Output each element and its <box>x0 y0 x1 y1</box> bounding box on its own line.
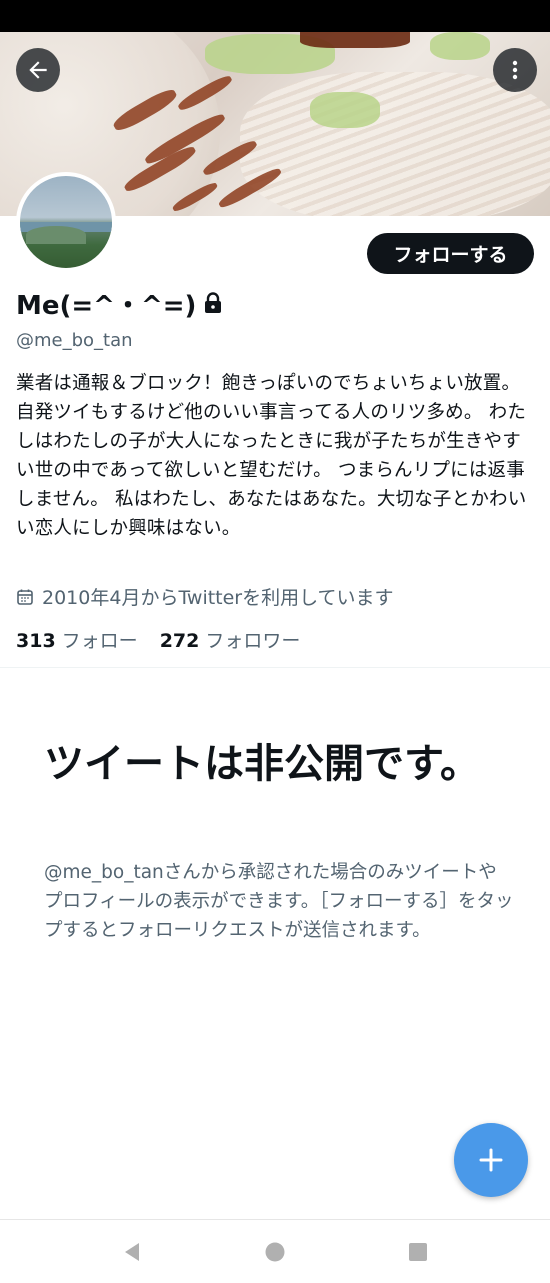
user-handle: @me_bo_tan <box>16 330 133 351</box>
follow-stats: 313 フォロー 272 フォロワー <box>16 626 300 653</box>
back-button[interactable] <box>16 48 60 92</box>
private-account-title: ツイートは非公開です。 <box>44 741 480 787</box>
plus-icon <box>479 1148 503 1172</box>
lock-icon <box>205 292 221 313</box>
following-stat[interactable]: 313 フォロー <box>16 626 138 653</box>
nav-back-button[interactable] <box>112 1232 152 1272</box>
banner-greens <box>430 32 490 60</box>
display-name: Me(=^・^=) <box>16 291 197 321</box>
square-recents-icon <box>409 1242 428 1261</box>
follow-button[interactable]: フォローする <box>367 233 534 274</box>
calendar-icon <box>17 589 33 605</box>
nav-home-button[interactable] <box>255 1232 295 1272</box>
more-vertical-icon <box>512 60 518 80</box>
following-count: 313 <box>16 630 56 652</box>
followers-count: 272 <box>159 630 200 652</box>
banner-greens <box>310 92 380 128</box>
system-navigation-bar <box>0 1219 550 1283</box>
triangle-back-icon <box>124 1242 139 1261</box>
nav-recents-button[interactable] <box>398 1232 438 1272</box>
compose-tweet-button[interactable] <box>454 1123 528 1197</box>
joined-date-row: 2010年4月からTwitterを利用しています <box>16 583 394 610</box>
private-account-description: @me_bo_tanさんから承認された場合のみツイートやプロフィールの表示ができ… <box>44 862 514 941</box>
more-options-button[interactable] <box>493 48 537 92</box>
followers-label: フォロワー <box>205 630 301 652</box>
divider <box>0 667 550 668</box>
arrow-left-icon <box>29 61 47 79</box>
avatar[interactable] <box>16 172 116 272</box>
banner-meat <box>300 32 410 48</box>
followers-stat[interactable]: 272 フォロワー <box>160 626 301 653</box>
status-bar <box>0 0 550 32</box>
following-label: フォロー <box>61 630 138 652</box>
profile-bio: 業者は通報＆ブロック！飽きっぽいのでちょいちょい放置。自発ツイもするけど他のいい… <box>16 373 527 539</box>
avatar-cliff <box>26 226 86 244</box>
joined-date: 2010年4月からTwitterを利用しています <box>42 587 394 609</box>
circle-home-icon <box>265 1242 285 1261</box>
banner-noodles <box>240 72 550 216</box>
